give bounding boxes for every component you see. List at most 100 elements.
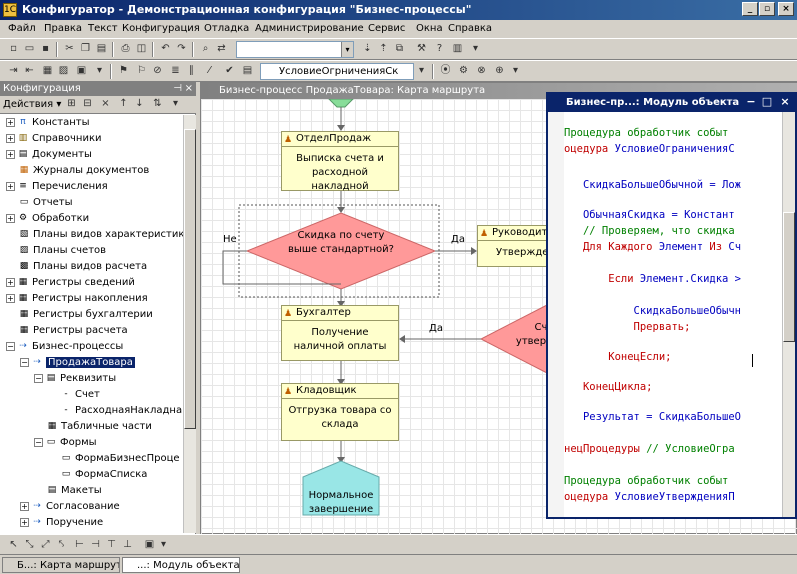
redo-icon[interactable]: ↷ (174, 42, 189, 57)
tree-item[interactable]: ▦ Регистры расчета (18, 323, 128, 338)
debug-extra-icon[interactable]: ⊕ (492, 64, 507, 79)
align-icon[interactable]: ⊣ (88, 538, 103, 553)
tree-item[interactable]: ▦ Табличные части (46, 419, 152, 434)
minimize-button[interactable]: − (744, 95, 758, 109)
tree-item[interactable]: + ⇢ Поручение (20, 515, 103, 530)
list-icon[interactable]: ≣ (168, 64, 183, 79)
menu-text[interactable]: Текст (88, 23, 118, 34)
dropdown-tools-icon[interactable]: ▾ (468, 42, 483, 57)
menu-help[interactable]: Справка (448, 23, 492, 34)
undo-icon[interactable]: ↶ (158, 42, 173, 57)
bookmark-icon[interactable]: ⚑ (116, 64, 131, 79)
replace-icon[interactable]: ⇄ (214, 42, 229, 57)
task-tab-route-map[interactable]: Б...: Карта маршрута (2, 557, 120, 573)
menu-file[interactable]: Файл (8, 23, 36, 34)
tree-item[interactable]: + π Константы (6, 115, 89, 130)
menu-configuration[interactable]: Конфигурация (122, 23, 200, 34)
hammer-icon[interactable]: ⚒ (414, 42, 429, 57)
task-tab-object-module[interactable]: ...: Модуль объекта (122, 557, 240, 573)
expand-icon[interactable]: + (6, 293, 15, 303)
task-node-manager[interactable]: ♟ Руководит Утвержде (477, 225, 557, 267)
actions-menu-button[interactable]: Действия ▾ (3, 99, 61, 110)
move-down-icon[interactable]: ↓ (132, 97, 147, 112)
disable-icon[interactable]: ⊗ (474, 64, 489, 79)
menu-windows[interactable]: Окна (416, 23, 443, 34)
tree-item[interactable]: ▨ Планы счетов (18, 243, 106, 258)
help-icon[interactable]: ? (432, 42, 447, 57)
find-prev-icon[interactable]: ⇡ (376, 42, 391, 57)
task-node-storekeeper[interactable]: ♟ Кладовщик Отгрузка товара со склада (281, 383, 399, 441)
breakpoint-icon[interactable]: ⦿ (438, 64, 453, 79)
find-icon[interactable]: ⌕ (198, 42, 213, 57)
tree-scrollbar[interactable] (183, 115, 196, 533)
tree-item-selected[interactable]: − ⇢ ПродажаТовара (20, 355, 135, 370)
tree-item[interactable]: + ≡ Перечисления (6, 179, 108, 194)
tree-item[interactable]: ▭ ФормаСписка (60, 467, 148, 482)
connector-icon[interactable]: ⤣ (54, 538, 69, 553)
maximize-button[interactable]: ▫ (759, 2, 775, 16)
task-node-sales[interactable]: ♟ ОтделПродаж Выписка счета и расходной н… (281, 131, 399, 192)
add-child-icon[interactable]: ⊟ (80, 97, 95, 112)
comment-icon[interactable]: ▨ (56, 64, 71, 79)
align-icon[interactable]: ⊥ (120, 538, 135, 553)
chevron-down-icon[interactable]: ▾ (156, 538, 171, 553)
delete-icon[interactable]: × (98, 97, 113, 112)
dropdown-format-icon[interactable]: ▾ (92, 64, 107, 79)
window-list-icon[interactable]: ⧉ (392, 42, 407, 57)
move-up-icon[interactable]: ↑ (116, 97, 131, 112)
layout-icon[interactable]: ▣ (142, 538, 157, 553)
tree-item[interactable]: ▦ Регистры бухгалтерии (18, 307, 153, 322)
fold-icon[interactable]: + (550, 128, 559, 137)
procedure-combo[interactable]: УсловиеОгрниченияСк (260, 63, 414, 80)
tree-item[interactable]: - Счет (60, 387, 100, 402)
close-icon[interactable]: × (185, 82, 193, 96)
connector-icon[interactable]: ⤢ (38, 538, 53, 553)
menu-edit[interactable]: Правка (44, 23, 82, 34)
tree-item[interactable]: ▭ ФормаБизнесПроце (60, 451, 180, 466)
add-icon[interactable]: ⊞ (64, 97, 79, 112)
pointer-icon[interactable]: ↖ (6, 538, 21, 553)
tree-item[interactable]: ▩ Планы видов расчета (18, 259, 147, 274)
copy-icon[interactable]: ❐ (78, 42, 93, 57)
tree-item[interactable]: + ▤ Документы (6, 147, 92, 162)
maximize-button[interactable]: □ (760, 95, 774, 109)
tree-item[interactable]: − ▭ Формы (34, 435, 97, 450)
expand-icon[interactable]: + (20, 501, 29, 511)
paste-icon[interactable]: ▤ (94, 42, 109, 57)
fold-icon[interactable]: + (550, 476, 559, 485)
collapse-icon[interactable]: − (20, 357, 29, 367)
pin-icon[interactable]: ⊣ (173, 82, 182, 96)
dropdown-debug-icon[interactable]: ▾ (508, 64, 523, 79)
tree-item[interactable]: ▤ Макеты (46, 483, 102, 498)
tree-item[interactable]: + ▥ Справочники (6, 131, 102, 146)
menu-administration[interactable]: Администрирование (255, 23, 364, 34)
code-scrollbar[interactable] (782, 112, 795, 517)
menu-service[interactable]: Сервис (368, 23, 405, 34)
close-button[interactable]: × (778, 95, 792, 109)
expand-icon[interactable]: + (6, 117, 15, 127)
save-icon[interactable]: ▪ (38, 42, 53, 57)
tree-item[interactable]: − ▤ Реквизиты (34, 371, 116, 386)
uncomment-icon[interactable]: ⁄ (202, 64, 217, 79)
minimize-button[interactable]: _ (742, 2, 758, 16)
fold-icon[interactable]: − (550, 492, 559, 501)
sort-icon[interactable]: ⇅ (150, 97, 165, 112)
clear-bookmark-icon[interactable]: ⊘ (150, 64, 165, 79)
collapse-icon[interactable]: − (6, 341, 15, 351)
print-icon[interactable]: ⎙ (118, 42, 133, 57)
tree-options-icon[interactable]: ▾ (168, 97, 183, 112)
find-next-icon[interactable]: ⇣ (360, 42, 375, 57)
new-icon[interactable]: ▫ (6, 42, 21, 57)
expand-icon[interactable]: + (6, 149, 15, 159)
module-icon[interactable]: ▤ (240, 64, 255, 79)
tree-item[interactable]: ▭ Отчеты (18, 195, 73, 210)
code-editor[interactable]: + Процедура обработчик событ − оцедура Усл… (548, 112, 782, 517)
task-node-accountant[interactable]: ♟ Бухгалтер Получение наличной оплаты (281, 305, 399, 361)
expand-icon[interactable]: + (20, 517, 29, 527)
close-button[interactable]: × (778, 2, 794, 16)
align-icon[interactable]: ⊢ (72, 538, 87, 553)
collapse-icon[interactable]: − (34, 437, 43, 447)
chevron-down-icon[interactable]: ▾ (341, 42, 353, 57)
menu-debug[interactable]: Отладка (204, 23, 249, 34)
indent-icon[interactable]: ⇥ (6, 64, 21, 79)
